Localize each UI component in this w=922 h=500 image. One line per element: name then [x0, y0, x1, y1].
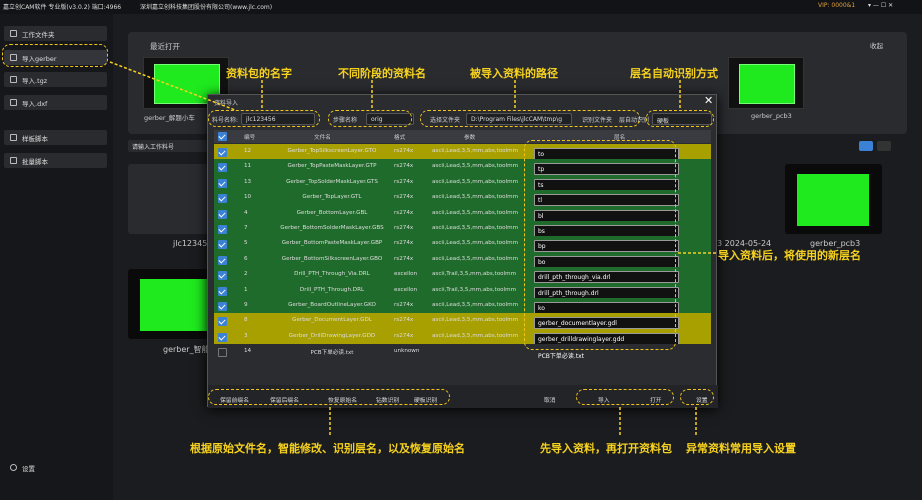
annotation-arrows	[109, 61, 716, 437]
